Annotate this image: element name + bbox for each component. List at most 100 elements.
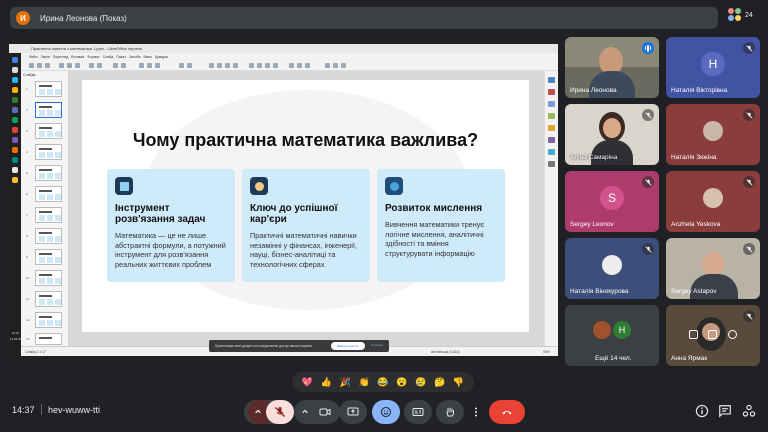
reactions-bar[interactable]: 💖 👍 🎉 👏 😂 😮 😢 🤔 👎 bbox=[292, 372, 474, 392]
mic-off-icon bbox=[743, 176, 755, 188]
participant-name: Sergey Leonov bbox=[570, 221, 614, 228]
camera-icon[interactable] bbox=[313, 406, 337, 418]
slide-thumbnail[interactable]: 13 bbox=[26, 333, 62, 345]
reaction-clap[interactable]: 👏 bbox=[358, 377, 369, 388]
slide-thumbnail[interactable]: 1 bbox=[26, 81, 62, 97]
brain-icon bbox=[385, 177, 403, 195]
slide-thumbnail[interactable]: 6 bbox=[26, 186, 62, 202]
participant-tile[interactable]: Наталія Зюкіна bbox=[666, 104, 760, 165]
reaction-surprised[interactable]: 😮 bbox=[396, 377, 407, 388]
participant-tile[interactable]: Аліна Самаріна bbox=[565, 104, 659, 165]
more-options-button[interactable] bbox=[467, 400, 485, 424]
menu-item[interactable]: Перегляд bbox=[53, 55, 69, 59]
present-screen-button[interactable] bbox=[339, 400, 367, 424]
hide-notice-link[interactable]: Сховати bbox=[371, 343, 383, 347]
speaking-icon bbox=[642, 42, 654, 54]
slide-edit-area[interactable]: Чому практична математика важлива? Інстр… bbox=[69, 71, 544, 346]
menu-item[interactable]: Слайд bbox=[103, 55, 114, 59]
participant-tile[interactable]: Наталія Вінокурова bbox=[565, 238, 659, 299]
taskbar-time: 14:37 bbox=[11, 331, 20, 335]
fullscreen-icon[interactable] bbox=[708, 329, 718, 339]
menu-item[interactable]: Зміни bbox=[41, 55, 50, 59]
slide-thumbnail[interactable]: 3 bbox=[26, 123, 62, 139]
leave-call-button[interactable] bbox=[489, 400, 525, 424]
card-heading: Інструмент розв'язання задач bbox=[115, 203, 206, 225]
slide-thumbnail[interactable]: 4 bbox=[26, 144, 62, 160]
camera-options-chevron-icon[interactable] bbox=[297, 408, 313, 416]
emoji-reactions-button[interactable] bbox=[372, 400, 400, 424]
tile-actions[interactable] bbox=[684, 327, 742, 341]
menu-bar[interactable]: Файл Зміни Перегляд Вставка Формат Слайд… bbox=[9, 53, 558, 61]
captions-button[interactable] bbox=[404, 400, 432, 424]
slides-panel[interactable]: Слайди 1 2 3 4 5 6 7 8 9 10 11 12 13 bbox=[21, 71, 69, 346]
participant-name: Анна Ярмак bbox=[671, 355, 708, 362]
slide-thumbnail[interactable]: 7 bbox=[26, 207, 62, 223]
stop-sharing-button[interactable]: Закрити доступ bbox=[331, 342, 365, 350]
participant-tile[interactable]: Anzhela Yeskova bbox=[666, 171, 760, 232]
slide-thumbnail[interactable]: 2 bbox=[26, 102, 62, 118]
slide-title: Чому практична математика важлива? bbox=[132, 130, 479, 150]
activities-button[interactable] bbox=[742, 404, 756, 418]
chat-button[interactable] bbox=[718, 404, 732, 418]
toolbar[interactable] bbox=[9, 61, 558, 71]
mic-off-icon bbox=[642, 243, 654, 255]
reaction-heart[interactable]: 💖 bbox=[302, 377, 313, 388]
menu-item[interactable]: Засоби bbox=[129, 55, 141, 59]
menu-item[interactable]: Вікно bbox=[144, 55, 153, 59]
menu-item[interactable]: Вставка bbox=[71, 55, 84, 59]
participant-tile[interactable]: Анна Ярмак bbox=[666, 305, 760, 366]
more-participants-tile[interactable]: Н Ещё 14 чел. bbox=[565, 305, 659, 366]
slide-thumbnail[interactable]: 12 bbox=[26, 312, 62, 328]
raise-hand-button[interactable] bbox=[436, 400, 464, 424]
slide-thumbnail[interactable]: 10 bbox=[26, 270, 62, 286]
menu-item[interactable]: Формат bbox=[87, 55, 99, 59]
mic-off-icon bbox=[743, 42, 755, 54]
participants-button[interactable]: 24 bbox=[728, 8, 753, 22]
reaction-sad[interactable]: 😢 bbox=[415, 377, 426, 388]
participant-tile[interactable]: Sergey Astapov bbox=[666, 238, 760, 299]
language-status: Англійська (США) bbox=[431, 350, 460, 354]
mic-options-chevron-icon[interactable] bbox=[248, 400, 268, 424]
participant-tile[interactable]: S Sergey Leonov bbox=[565, 171, 659, 232]
sidebar-deck[interactable] bbox=[544, 71, 558, 346]
hand-icon bbox=[446, 407, 454, 417]
windows-taskbar: 14:37 11.03.2025 bbox=[9, 53, 25, 356]
mic-off-icon bbox=[743, 109, 755, 121]
participant-tile[interactable]: Ирина Леонова bbox=[565, 37, 659, 98]
participant-name: Наталія Вінокурова bbox=[570, 288, 629, 295]
menu-item[interactable]: Показ bbox=[116, 55, 126, 59]
slide-card: Розвиток мислення Вивчення математики тр… bbox=[377, 169, 505, 282]
mic-off-button[interactable] bbox=[266, 400, 294, 424]
slide-thumbnail[interactable]: 5 bbox=[26, 165, 62, 181]
slides-panel-label: Слайди bbox=[23, 73, 36, 77]
participant-avatar: Н bbox=[701, 52, 725, 77]
notice-text: Презентація meet.google.com представляє … bbox=[215, 344, 313, 348]
mic-off-icon bbox=[642, 109, 654, 121]
card-body: Математика — це не лише абстрактні форму… bbox=[115, 231, 226, 269]
captions-icon bbox=[412, 408, 424, 416]
more-participants-label: Ещё 14 чел. bbox=[595, 355, 632, 362]
meeting-info-button[interactable] bbox=[695, 404, 709, 418]
slide-thumbnail[interactable]: 11 bbox=[26, 291, 62, 307]
current-slide[interactable]: Чому практична математика важлива? Інстр… bbox=[82, 80, 529, 332]
reaction-thumbs-down[interactable]: 👎 bbox=[453, 377, 464, 388]
window-title: Практична заняття з математики 1.pptx - … bbox=[9, 44, 558, 53]
reaction-thinking[interactable]: 🤔 bbox=[434, 377, 445, 388]
presenter-bar[interactable]: И Ирина Леонова (Показ) bbox=[10, 7, 718, 29]
reaction-laugh[interactable]: 😂 bbox=[377, 377, 388, 388]
mic-control[interactable] bbox=[244, 400, 294, 424]
participant-name: Аліна Самаріна bbox=[570, 154, 618, 161]
mic-off-icon bbox=[743, 243, 755, 255]
pin-icon[interactable] bbox=[689, 329, 699, 339]
slide-thumbnail[interactable]: 8 bbox=[26, 228, 62, 244]
participant-tile[interactable]: Н Наталія Вікторівна bbox=[666, 37, 760, 98]
slide-thumbnail[interactable]: 9 bbox=[26, 249, 62, 265]
menu-item[interactable]: Довідка bbox=[155, 55, 168, 59]
reaction-party[interactable]: 🎉 bbox=[340, 377, 351, 388]
more-options-icon[interactable] bbox=[727, 329, 737, 339]
slide-card: Ключ до успішної кар'єри Практичні матем… bbox=[242, 169, 370, 282]
menu-item[interactable]: Файл bbox=[29, 55, 38, 59]
slide-counter: Слайд 2 з 17 bbox=[25, 350, 46, 354]
camera-control[interactable] bbox=[294, 400, 340, 424]
reaction-thumbs-up[interactable]: 👍 bbox=[321, 377, 332, 388]
